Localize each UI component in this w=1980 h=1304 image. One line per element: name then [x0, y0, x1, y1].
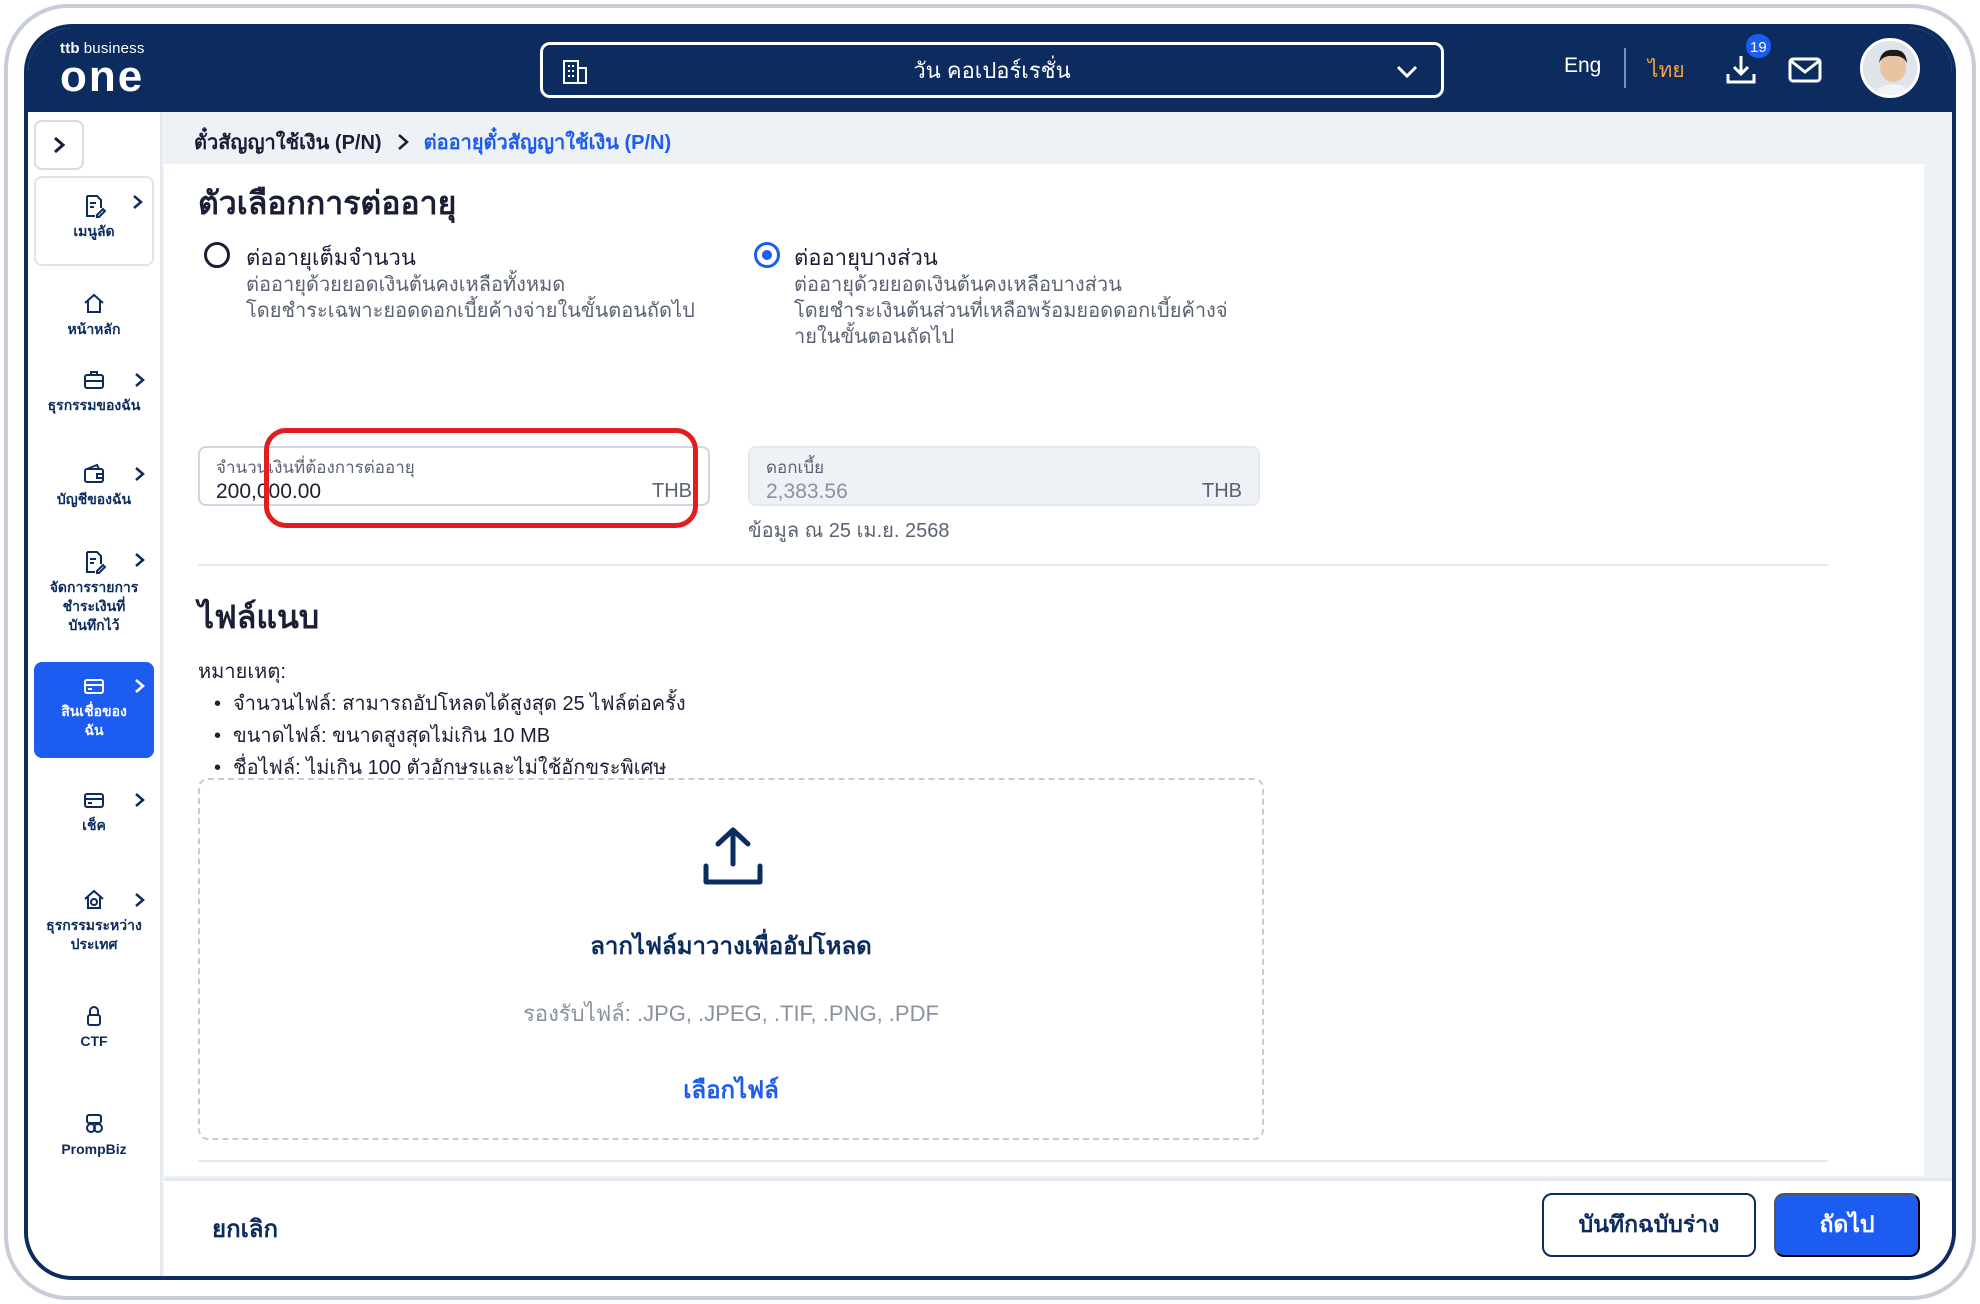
chevron-right-icon	[397, 134, 409, 150]
notes-title: หมายเหตุ:	[198, 661, 286, 683]
chevron-right-icon	[54, 136, 66, 154]
save-draft-button[interactable]: บันทึกฉบับร่าง	[1542, 1193, 1756, 1257]
breadcrumb-current: ต่ออายุตั๋วสัญญาใช้เงิน (P/N)	[423, 132, 672, 154]
sidebar-item-international[interactable]: ธุรกรรมระหว่างประเทศ	[34, 876, 154, 962]
sidebar-item-saved-payments[interactable]: จัดการรายการชำระเงินที่บันทึกไว้	[34, 536, 154, 646]
interest-label: ดอกเบี้ย	[766, 458, 825, 477]
sidebar-item-label: บัญชีของฉัน	[56, 491, 132, 507]
footer-bar: ยกเลิก บันทึกฉบับร่าง ถัดไป	[164, 1178, 1952, 1276]
sidebar-item-shortcut-menu[interactable]: เมนูลัด	[34, 176, 154, 266]
top-bar: ttb business one วัน คอเปอร์เรชั่น Eng ไท…	[28, 28, 1952, 112]
choose-file-link[interactable]: เลือกไฟล์	[200, 1070, 1262, 1109]
attachments-title: ไฟล์แนบ	[198, 599, 320, 635]
sidebar-item-label: ธุรกรรมระหว่างประเทศ	[46, 917, 142, 952]
avatar-person-icon	[1863, 41, 1917, 95]
notes-list: จำนวนไฟล์: สามารถอัปโหลดได้สูงสุด 25 ไฟล…	[214, 688, 686, 784]
partial-renewal-desc-line: โดยชำระเงินต้นส่วนที่เหลือพร้อมยอดดอกเบี…	[794, 300, 1228, 322]
section-divider	[198, 564, 1828, 566]
home-icon	[84, 293, 104, 313]
sidebar-item-my-accounts[interactable]: บัญชีของฉัน	[34, 450, 154, 526]
highlight-annotation	[264, 428, 698, 528]
upload-icon	[703, 827, 763, 885]
main-content: ตัวเลือกการต่ออายุ ต่ออายุเต็มจำนวน ต่ออ…	[164, 164, 1924, 1176]
renewal-options-title: ตัวเลือกการต่ออายุ	[198, 185, 457, 221]
sidebar-item-label: PrompBiz	[61, 1141, 127, 1157]
brand-logo[interactable]: ttb business one	[60, 40, 145, 101]
file-dropzone[interactable]: ลากไฟล์มาวางเพื่ออัปโหลด รองรับไฟล์: .JP…	[198, 778, 1264, 1140]
sidebar-item-label: CTF	[80, 1033, 108, 1049]
cheque-icon	[84, 793, 104, 808]
chevron-right-icon	[135, 893, 145, 907]
sidebar: เมนูลัด หน้าหลัก ธุรกรรมของฉัน บัญชีของฉ…	[28, 112, 162, 1276]
scrollbar[interactable]	[1924, 164, 1952, 1176]
breadcrumb-bar: ตั๋วสัญญาใช้เงิน (P/N) ต่ออายุตั๋วสัญญาใ…	[164, 112, 1952, 164]
full-renewal-desc-line: ต่ออายุด้วยยอดเงินต้นคงเหลือทั้งหมด	[246, 274, 566, 296]
chevron-right-icon	[135, 793, 145, 807]
sidebar-item-label: หน้าหลัก	[67, 321, 121, 337]
data-as-of: ข้อมูล ณ 25 เม.ย. 2568	[748, 520, 950, 542]
full-renewal-desc-line: โดยชำระเฉพาะยอดดอกเบี้ยค้างจ่ายในขั้นตอน…	[246, 300, 695, 322]
interest-unit: THB	[1202, 480, 1242, 502]
briefcase-icon	[84, 371, 104, 389]
lang-en-button[interactable]: Eng	[1564, 54, 1601, 78]
document-edit-icon	[86, 551, 106, 574]
full-renewal-label[interactable]: ต่ออายุเต็มจำนวน	[246, 240, 416, 275]
chevron-right-icon	[135, 679, 145, 693]
chevron-right-icon	[135, 553, 145, 567]
cancel-button[interactable]: ยกเลิก	[212, 1209, 278, 1248]
wallet-icon	[84, 463, 104, 483]
next-button[interactable]: ถัดไป	[1774, 1193, 1920, 1257]
attachment-notes: หมายเหตุ: จำนวนไฟล์: สามารถอัปโหลดได้สูง…	[198, 656, 686, 784]
card-icon	[84, 679, 104, 694]
sidebar-item-cheque[interactable]: เช็ค	[34, 776, 154, 846]
download-count-badge: 19	[1744, 32, 1773, 60]
sidebar-item-my-transactions[interactable]: ธุรกรรมของฉัน	[34, 356, 154, 446]
chevron-right-icon	[135, 373, 145, 387]
partial-renewal-label[interactable]: ต่ออายุบางส่วน	[794, 240, 938, 275]
document-edit-icon	[86, 195, 106, 218]
chevron-down-icon	[1396, 65, 1418, 79]
company-select[interactable]: วัน คอเปอร์เรชั่น	[540, 42, 1444, 98]
prompbiz-icon	[86, 1114, 103, 1133]
radio-full-renewal[interactable]	[204, 242, 230, 268]
partial-renewal-desc-line: ายในขั้นตอนถัดไป	[794, 326, 955, 348]
globe-home-icon	[84, 889, 104, 909]
brand-big: one	[60, 52, 145, 101]
breadcrumb: ตั๋วสัญญาใช้เงิน (P/N) ต่ออายุตั๋วสัญญาใ…	[194, 126, 671, 158]
sidebar-item-my-loans[interactable]: สินเชื่อของฉัน	[34, 662, 154, 758]
sidebar-item-prompbiz[interactable]: PrompBiz	[34, 1100, 154, 1160]
sidebar-item-label: สินเชื่อของฉัน	[61, 703, 127, 738]
sidebar-expand-button[interactable]	[34, 120, 84, 170]
partial-renewal-desc-line: ต่ออายุด้วยยอดเงินต้นคงเหลือบางส่วน	[794, 274, 1122, 296]
sidebar-item-ctf[interactable]: CTF	[34, 992, 154, 1052]
sidebar-item-label: เช็ค	[82, 817, 106, 833]
lang-divider	[1624, 48, 1626, 88]
list-item: จำนวนไฟล์: สามารถอัปโหลดได้สูงสุด 25 ไฟล…	[214, 688, 686, 720]
dropzone-formats: รองรับไฟล์: .JPG, .JPEG, .TIF, .PNG, .PD…	[523, 1001, 939, 1026]
sidebar-item-label: เมนูลัด	[73, 223, 115, 239]
chevron-right-icon	[135, 467, 145, 481]
sidebar-item-label: ธุรกรรมของฉัน	[47, 397, 141, 413]
chevron-right-icon	[133, 195, 143, 209]
dropzone-title: ลากไฟล์มาวางเพื่ออัปโหลด	[590, 933, 872, 960]
lock-icon	[87, 1006, 101, 1026]
interest-field: ดอกเบี้ย 2,383.56 THB	[748, 446, 1260, 506]
app-screen: ttb business one วัน คอเปอร์เรชั่น Eng ไท…	[24, 24, 1956, 1280]
lang-th-button[interactable]: ไทย	[1648, 54, 1685, 87]
partial-renewal-desc: ต่ออายุด้วยยอดเงินต้นคงเหลือบางส่วน โดยช…	[794, 272, 1228, 350]
mail-icon[interactable]	[1788, 56, 1822, 84]
building-icon	[563, 60, 587, 84]
full-renewal-desc: ต่ออายุด้วยยอดเงินต้นคงเหลือทั้งหมด โดยช…	[246, 272, 695, 324]
breadcrumb-parent[interactable]: ตั๋วสัญญาใช้เงิน (P/N)	[194, 126, 382, 158]
sidebar-item-label: จัดการรายการชำระเงินที่บันทึกไว้	[49, 579, 139, 633]
section-divider	[198, 1160, 1828, 1162]
radio-partial-renewal[interactable]	[754, 242, 780, 268]
interest-value: 2,383.56	[766, 480, 848, 503]
sidebar-item-home[interactable]: หน้าหลัก	[34, 280, 154, 350]
avatar[interactable]	[1860, 38, 1920, 98]
list-item: ขนาดไฟล์: ขนาดสูงสุดไม่เกิน 10 MB	[214, 720, 686, 752]
company-name: วัน คอเปอร์เรชั่น	[913, 57, 1071, 83]
